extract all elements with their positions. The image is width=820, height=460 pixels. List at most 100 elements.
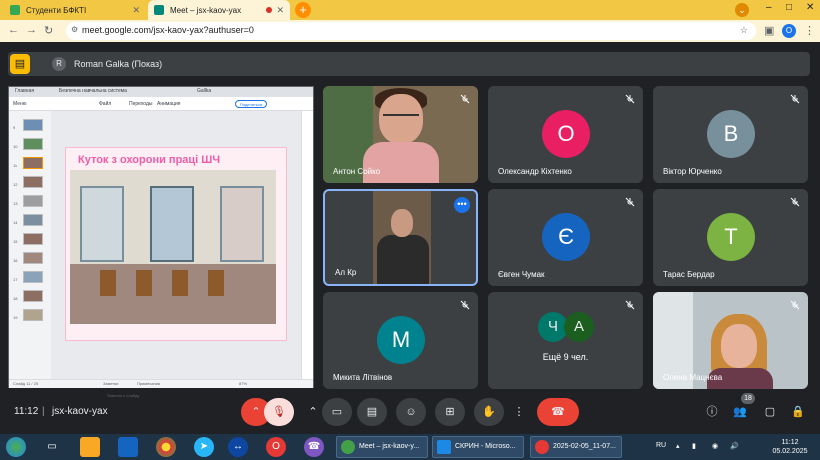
people-button[interactable]: 👥 — [730, 402, 750, 422]
slide-thumbnail — [23, 309, 43, 321]
slide-number: 15 — [13, 239, 18, 244]
mic-off-icon — [790, 300, 800, 310]
meeting-info-button[interactable]: ⓘ — [702, 402, 722, 422]
chevron-up-icon: ⌃ — [308, 406, 318, 418]
present-button[interactable]: ⊞ — [435, 398, 465, 426]
slide-number: 10 — [13, 144, 18, 149]
recording-indicator-icon — [266, 7, 272, 13]
present-screen-icon[interactable]: ▤ — [10, 54, 30, 74]
taskbar-task-meet[interactable]: Meet – jsx-kaov-y... — [336, 436, 428, 458]
phone-end-icon: ☎ — [551, 406, 565, 418]
participant-avatar: М — [377, 316, 425, 364]
photo-chair — [208, 270, 224, 296]
explorer-icon[interactable] — [80, 437, 100, 457]
app-tab-strip: Главная Безпечна навчальна система Gallk… — [9, 87, 313, 97]
new-tab-button[interactable]: + — [295, 2, 311, 18]
maximize-button[interactable]: □ — [786, 2, 792, 13]
raise-hand-button[interactable]: ✋ — [474, 398, 504, 426]
participant-tile[interactable]: О Олександр Кіхтенко — [488, 86, 643, 183]
mic-off-icon — [790, 94, 800, 104]
participant-tile[interactable]: Є Євген Чумак — [488, 189, 643, 286]
mic-off-icon — [625, 300, 635, 310]
participant-tile[interactable]: М Микита Літвінов — [323, 292, 478, 389]
slide-number: 13 — [13, 201, 18, 206]
more-options-button[interactable]: ⋮ — [508, 398, 530, 426]
captions-button[interactable]: ▤ — [357, 398, 387, 426]
participant-name: Антон Сойко — [333, 167, 381, 176]
desktop-icon[interactable]: ▭ — [42, 437, 62, 457]
clock-time: 11:12 — [781, 439, 799, 446]
tab-close-icon[interactable]: ✕ — [132, 5, 140, 16]
participant-tile[interactable]: В Віктор Юрченко — [653, 86, 808, 183]
more-participants-tile[interactable]: Ч А Ещё 9 чел. — [488, 292, 643, 389]
minimize-button[interactable]: – — [766, 2, 772, 13]
participant-avatar: Є — [542, 213, 590, 261]
slide-number: 17 — [13, 277, 18, 282]
yandex-icon — [535, 440, 549, 454]
slide-thumbnail — [23, 119, 43, 131]
close-window-button[interactable]: ✕ — [806, 2, 814, 13]
viber-icon[interactable]: ☎ — [304, 437, 324, 457]
more-participants-label: Ещё 9 чел. — [542, 352, 589, 362]
chat-button[interactable]: ▢ — [760, 402, 780, 422]
forward-button[interactable]: → — [26, 24, 37, 36]
system-clock[interactable]: 11:12 05.02.2025 — [768, 438, 812, 456]
microphone-toggle[interactable]: 🎙 — [264, 398, 294, 426]
participant-name: Віктор Юрченко — [663, 167, 722, 176]
app-right-toolbar — [301, 111, 313, 379]
slide-thumbnail — [23, 290, 43, 302]
participant-tile-active[interactable]: ••• Ал Кр — [323, 189, 478, 286]
app-status-bar: Слайд 11 / 25 Заметки Примечания 87% — [9, 379, 313, 388]
ribbon-item: Файл — [99, 101, 112, 107]
network-icon[interactable]: ▮ — [692, 442, 696, 450]
participant-name: Євген Чумак — [498, 270, 545, 279]
clock-date: 05.02.2025 — [772, 448, 808, 455]
site-info-icon[interactable]: ⚙ — [71, 25, 78, 34]
taskbar-task-word[interactable]: СКРИН - Microso... — [432, 436, 524, 458]
app-icon[interactable]: ↔ — [228, 437, 248, 457]
tray-chevron-icon[interactable]: ▴ — [676, 442, 680, 450]
participant-tile[interactable]: Антон Сойко — [323, 86, 478, 183]
browser-menu-icon[interactable]: ⋮ — [804, 24, 815, 37]
reactions-button[interactable]: ☺ — [396, 398, 426, 426]
slide-number: 18 — [13, 296, 18, 301]
slide-counter: Слайд 11 / 25 — [13, 381, 39, 386]
more-options-button[interactable]: ••• — [454, 197, 470, 213]
tab-search-button[interactable]: ⌄ — [735, 3, 749, 17]
url-text[interactable]: meet.google.com/jsx-kaov-yax?authuser=0 — [82, 25, 254, 35]
mic-off-icon: 🎙 — [272, 406, 286, 418]
present-icon: ⊞ — [445, 406, 455, 418]
back-button[interactable]: ← — [8, 24, 19, 36]
group-icon — [10, 5, 20, 15]
opera-icon[interactable]: O — [266, 437, 286, 457]
media-icon[interactable] — [118, 437, 138, 457]
leave-call-button[interactable]: ☎ — [537, 398, 579, 426]
mic-off-icon — [625, 197, 635, 207]
browser-tab-meet[interactable]: Meet – jsx-kaov-yax ✕ — [148, 0, 290, 20]
input-language[interactable]: RU — [656, 442, 666, 449]
browser-tab-students[interactable]: Студенти БФКТІ ✕ — [4, 0, 146, 20]
slide-thumbnail — [23, 271, 43, 283]
participant-tile[interactable]: Т Тарас Бердар — [653, 189, 808, 286]
host-controls-button[interactable]: 🔒 — [788, 402, 808, 422]
slide-thumbnail — [23, 233, 43, 245]
emoji-icon: ☺ — [405, 406, 417, 418]
ribbon-item: Анимация — [157, 101, 181, 107]
participant-tile[interactable]: Олена Мацнєва — [653, 292, 808, 389]
taskbar-task-yandex[interactable]: 2025-02-05_11-07... — [530, 436, 622, 458]
video-face — [391, 209, 413, 237]
reload-button[interactable]: ↻ — [44, 24, 53, 37]
profile-avatar[interactable]: O — [782, 24, 796, 38]
address-bar[interactable]: ⚙ meet.google.com/jsx-kaov-yax?authuser=… — [66, 22, 756, 40]
side-panel-icon[interactable]: ▣ — [764, 24, 774, 37]
volume-icon[interactable]: 🔊 — [730, 442, 739, 450]
tab-close-icon[interactable]: ✕ — [276, 5, 284, 16]
chrome-icon[interactable] — [156, 437, 176, 457]
tray-app-icon[interactable]: ◉ — [712, 442, 718, 450]
slide-number: 14 — [13, 220, 18, 225]
shared-screen[interactable]: Главная Безпечна навчальна система Gallk… — [8, 86, 314, 398]
start-button[interactable] — [6, 437, 26, 457]
telegram-icon[interactable]: ➤ — [194, 437, 214, 457]
bookmark-star-icon[interactable]: ☆ — [740, 25, 748, 36]
camera-toggle[interactable]: ▭ — [322, 398, 352, 426]
